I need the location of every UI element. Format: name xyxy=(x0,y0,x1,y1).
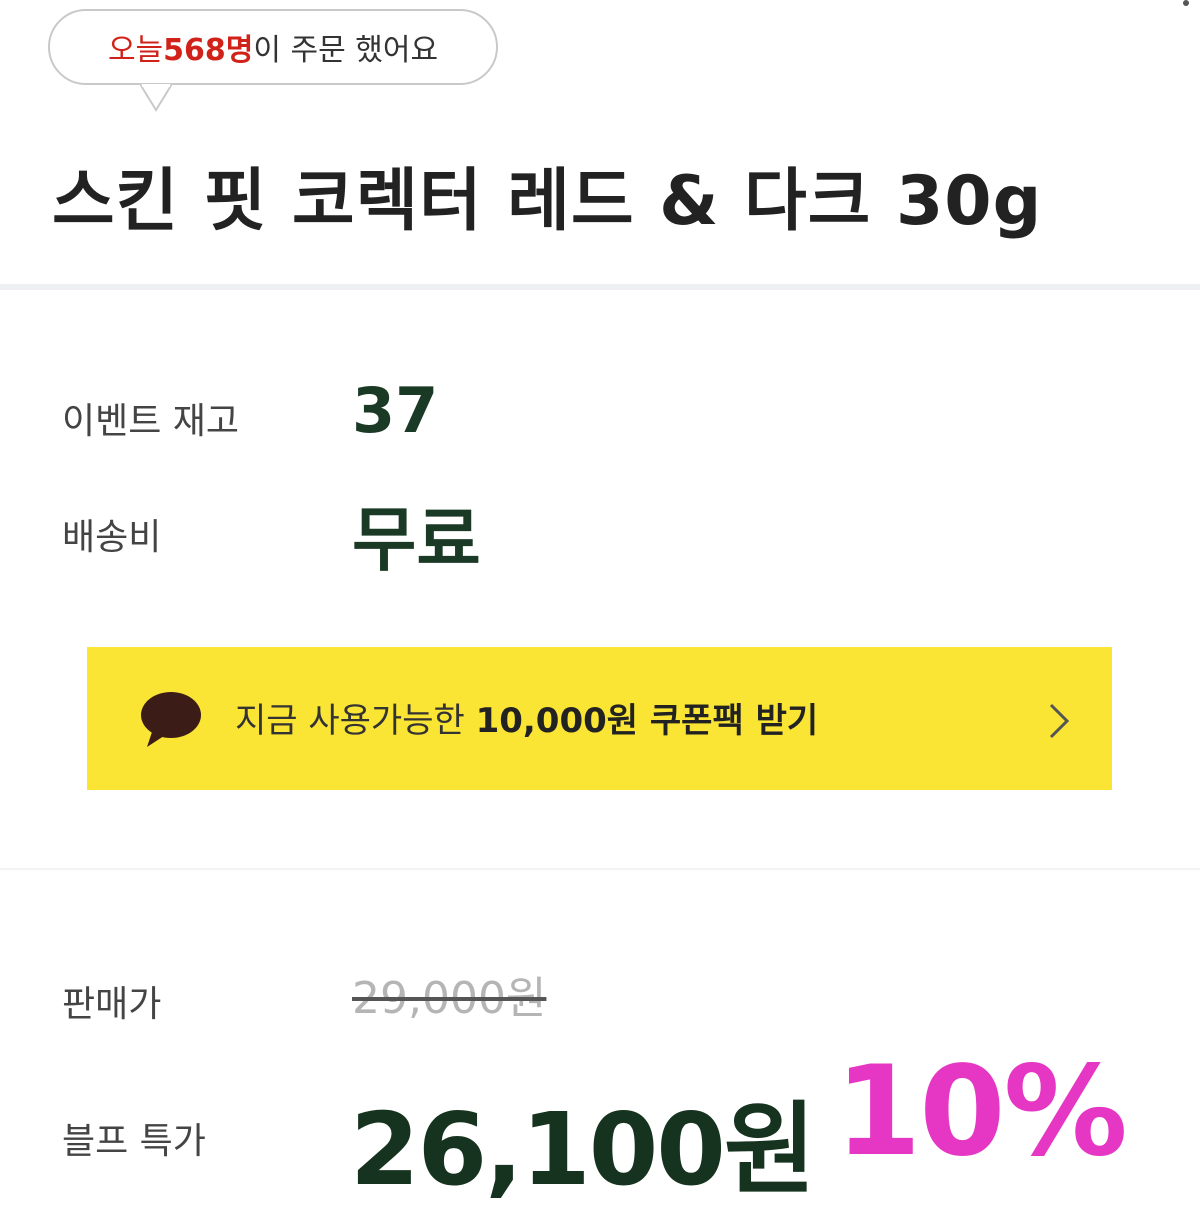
shipping-label: 배송비 xyxy=(62,517,162,558)
sale-price: 26,100원 xyxy=(350,1091,816,1208)
bubble-suffix: 이 주문 했어요 xyxy=(253,33,439,68)
section-divider-thin xyxy=(0,868,1200,870)
product-title: 스킨 핏 코렉터 레드 & 다크 30g xyxy=(52,162,1043,241)
coupon-pack-banner[interactable]: 지금 사용가능한 10,000원 쿠폰팩 받기 xyxy=(87,647,1112,790)
coupon-text: 지금 사용가능한 10,000원 쿠폰팩 받기 xyxy=(235,693,818,742)
shipping-value: 무료 xyxy=(352,499,481,581)
event-stock-value: 37 xyxy=(352,374,439,447)
event-stock-label: 이벤트 재고 xyxy=(62,401,240,442)
discount-rate: 10% xyxy=(835,1040,1128,1184)
speech-bubble-icon xyxy=(141,692,201,747)
price-label: 판매가 xyxy=(62,984,162,1025)
chevron-right-icon xyxy=(1049,703,1070,739)
coupon-text-strong: 10,000원 쿠폰팩 받기 xyxy=(475,701,819,741)
sale-label: 블프 특가 xyxy=(62,1121,206,1162)
bubble-prefix: 오늘 xyxy=(107,33,164,68)
bubble-count: 568명 xyxy=(163,33,254,68)
corner-dot xyxy=(1183,0,1189,6)
order-count-bubble: 오늘 568명 이 주문 했어요 xyxy=(48,9,498,85)
coupon-text-prefix: 지금 사용가능한 xyxy=(235,701,476,741)
section-divider xyxy=(0,284,1200,290)
original-price: 29,000원 xyxy=(352,973,547,1024)
bubble-tail xyxy=(140,84,172,112)
